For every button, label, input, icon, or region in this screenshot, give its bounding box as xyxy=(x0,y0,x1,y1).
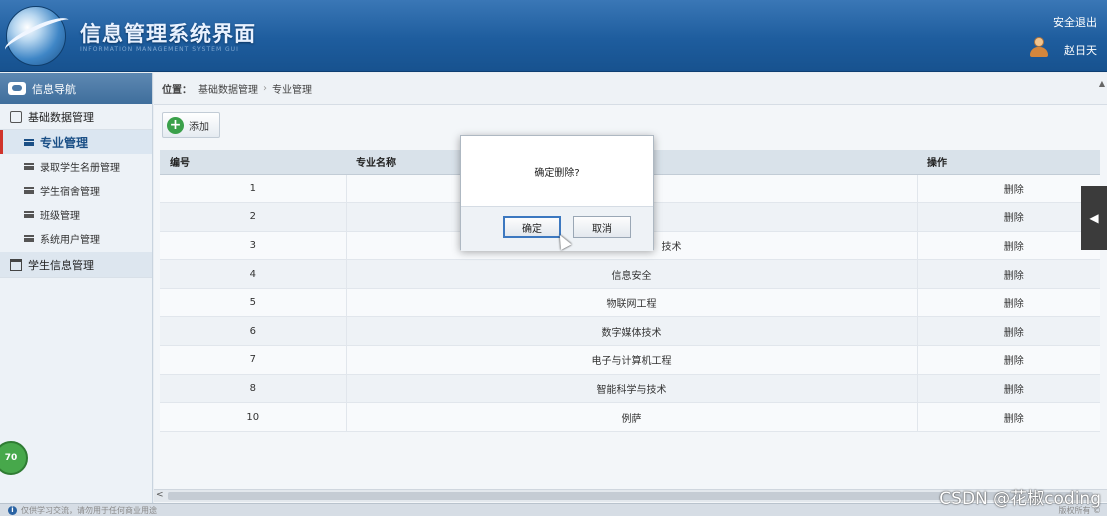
cell-id: 7 xyxy=(160,345,347,375)
dialog-message: 确定删除? xyxy=(534,167,580,179)
sidebar-item-major[interactable]: 专业管理 xyxy=(0,130,152,154)
scroll-left-arrow-icon[interactable]: < xyxy=(156,490,164,500)
sidebar-item-label: 专业管理 xyxy=(40,135,89,150)
sidebar-item-class[interactable]: 班级管理 xyxy=(0,202,152,226)
cell-id: 6 xyxy=(160,316,347,347)
sidebar-item-label: 录取学生名册管理 xyxy=(40,162,120,174)
breadcrumb-label: 位置： xyxy=(162,85,192,96)
cloud-icon xyxy=(8,82,26,95)
nav-header: 信息导航 xyxy=(0,73,152,104)
cell-id: 3 xyxy=(160,231,347,261)
sidebar-item-enrolled-roster[interactable]: 录取学生名册管理 xyxy=(0,154,152,178)
delete-link[interactable]: 删除 xyxy=(917,402,1100,432)
breadcrumb-separator: › xyxy=(263,83,267,94)
floating-counter-badge[interactable]: 70 xyxy=(0,441,28,475)
cell-id: 1 xyxy=(160,174,347,204)
list-icon xyxy=(24,234,34,242)
cell-id: 5 xyxy=(160,288,347,318)
delete-link[interactable]: 删除 xyxy=(917,288,1100,318)
table-row[interactable]: 10 例萨 删除 xyxy=(160,402,1100,432)
confirm-delete-dialog: 确定删除? 确定 取消 xyxy=(460,135,654,251)
group-basic-data[interactable]: 基础数据管理 xyxy=(0,104,152,130)
cell-name: 例萨 xyxy=(346,402,918,432)
list-icon xyxy=(24,186,34,194)
cell-name: 智能科学与技术 xyxy=(346,374,918,404)
table-row[interactable]: 8 智能科学与技术 删除 xyxy=(160,374,1100,404)
cell-id: 4 xyxy=(160,259,347,289)
table-row[interactable]: 7 电子与计算机工程 删除 xyxy=(160,345,1100,375)
app-subtitle: INFORMATION MANAGEMENT SYSTEM GUI xyxy=(80,46,239,53)
logout-link[interactable]: 安全退出 xyxy=(1053,14,1097,30)
delete-link[interactable]: 删除 xyxy=(917,374,1100,404)
cell-name: 物联网工程 xyxy=(346,288,918,318)
sidebar: 信息导航 基础数据管理 专业管理 录取学生名册管理 学生宿舍管理 班级管理 系统… xyxy=(0,73,153,516)
edit-icon xyxy=(10,110,22,123)
info-icon: i xyxy=(8,505,17,515)
delete-link[interactable]: 删除 xyxy=(917,174,1100,204)
cell-name: 数字媒体技术 xyxy=(346,316,918,347)
list-icon xyxy=(24,162,34,170)
add-button-label: 添加 xyxy=(189,121,209,133)
table-row[interactable]: 4 信息安全 删除 xyxy=(160,259,1100,289)
delete-link[interactable]: 删除 xyxy=(917,202,1100,232)
col-header-action[interactable]: 操作 xyxy=(917,150,1100,175)
delete-link[interactable]: 删除 xyxy=(917,345,1100,375)
list-icon xyxy=(24,138,34,146)
breadcrumb-level2: 专业管理 xyxy=(272,85,312,96)
group-student-label: 学生信息管理 xyxy=(28,258,94,272)
sidebar-item-label: 学生宿舍管理 xyxy=(40,186,100,198)
add-button[interactable]: + 添加 xyxy=(162,112,220,138)
nav-title: 信息导航 xyxy=(32,82,76,96)
list-icon xyxy=(24,210,34,218)
sidebar-item-label: 班级管理 xyxy=(40,210,80,222)
collapse-panel-tab[interactable]: ◀ xyxy=(1081,186,1107,250)
user-avatar-icon xyxy=(1029,37,1049,57)
sidebar-item-system-users[interactable]: 系统用户管理 xyxy=(0,226,152,250)
calendar-icon xyxy=(10,258,22,271)
plus-icon: + xyxy=(167,116,184,134)
group-student-info[interactable]: 学生信息管理 xyxy=(0,252,152,278)
cell-id: 10 xyxy=(160,402,347,432)
table-row[interactable]: 5 物联网工程 删除 xyxy=(160,288,1100,318)
app-title: 信息管理系统界面 xyxy=(80,22,256,46)
sidebar-item-dormitory[interactable]: 学生宿舍管理 xyxy=(0,178,152,202)
sidebar-item-label: 系统用户管理 xyxy=(40,234,100,246)
col-header-id[interactable]: 编号 xyxy=(160,150,346,175)
delete-link[interactable]: 删除 xyxy=(917,231,1100,261)
breadcrumb: 位置： 基础数据管理 › 专业管理 xyxy=(154,73,1107,105)
chevron-left-icon: ◀ xyxy=(1089,211,1099,225)
breadcrumb-level1[interactable]: 基础数据管理 xyxy=(198,81,258,96)
confirm-button[interactable]: 确定 xyxy=(503,216,561,238)
table-row[interactable]: 6 数字媒体技术 删除 xyxy=(160,316,1100,347)
cell-id: 8 xyxy=(160,374,347,404)
cancel-button[interactable]: 取消 xyxy=(573,216,631,238)
scroll-up-arrow-icon[interactable]: ▲ xyxy=(1099,79,1105,88)
delete-link[interactable]: 删除 xyxy=(917,259,1100,289)
username[interactable]: 赵日天 xyxy=(1064,42,1097,58)
delete-link[interactable]: 删除 xyxy=(917,316,1100,347)
watermark: CSDN @花椒coding xyxy=(939,489,1101,509)
status-notice: 仅供学习交流，请勿用于任何商业用途 xyxy=(21,505,157,515)
app-header: 信息管理系统界面 INFORMATION MANAGEMENT SYSTEM G… xyxy=(0,0,1107,72)
cell-name: 信息安全 xyxy=(346,259,918,289)
group-basic-label: 基础数据管理 xyxy=(28,110,94,124)
cell-name: 电子与计算机工程 xyxy=(346,345,918,375)
cell-id: 2 xyxy=(160,202,347,232)
